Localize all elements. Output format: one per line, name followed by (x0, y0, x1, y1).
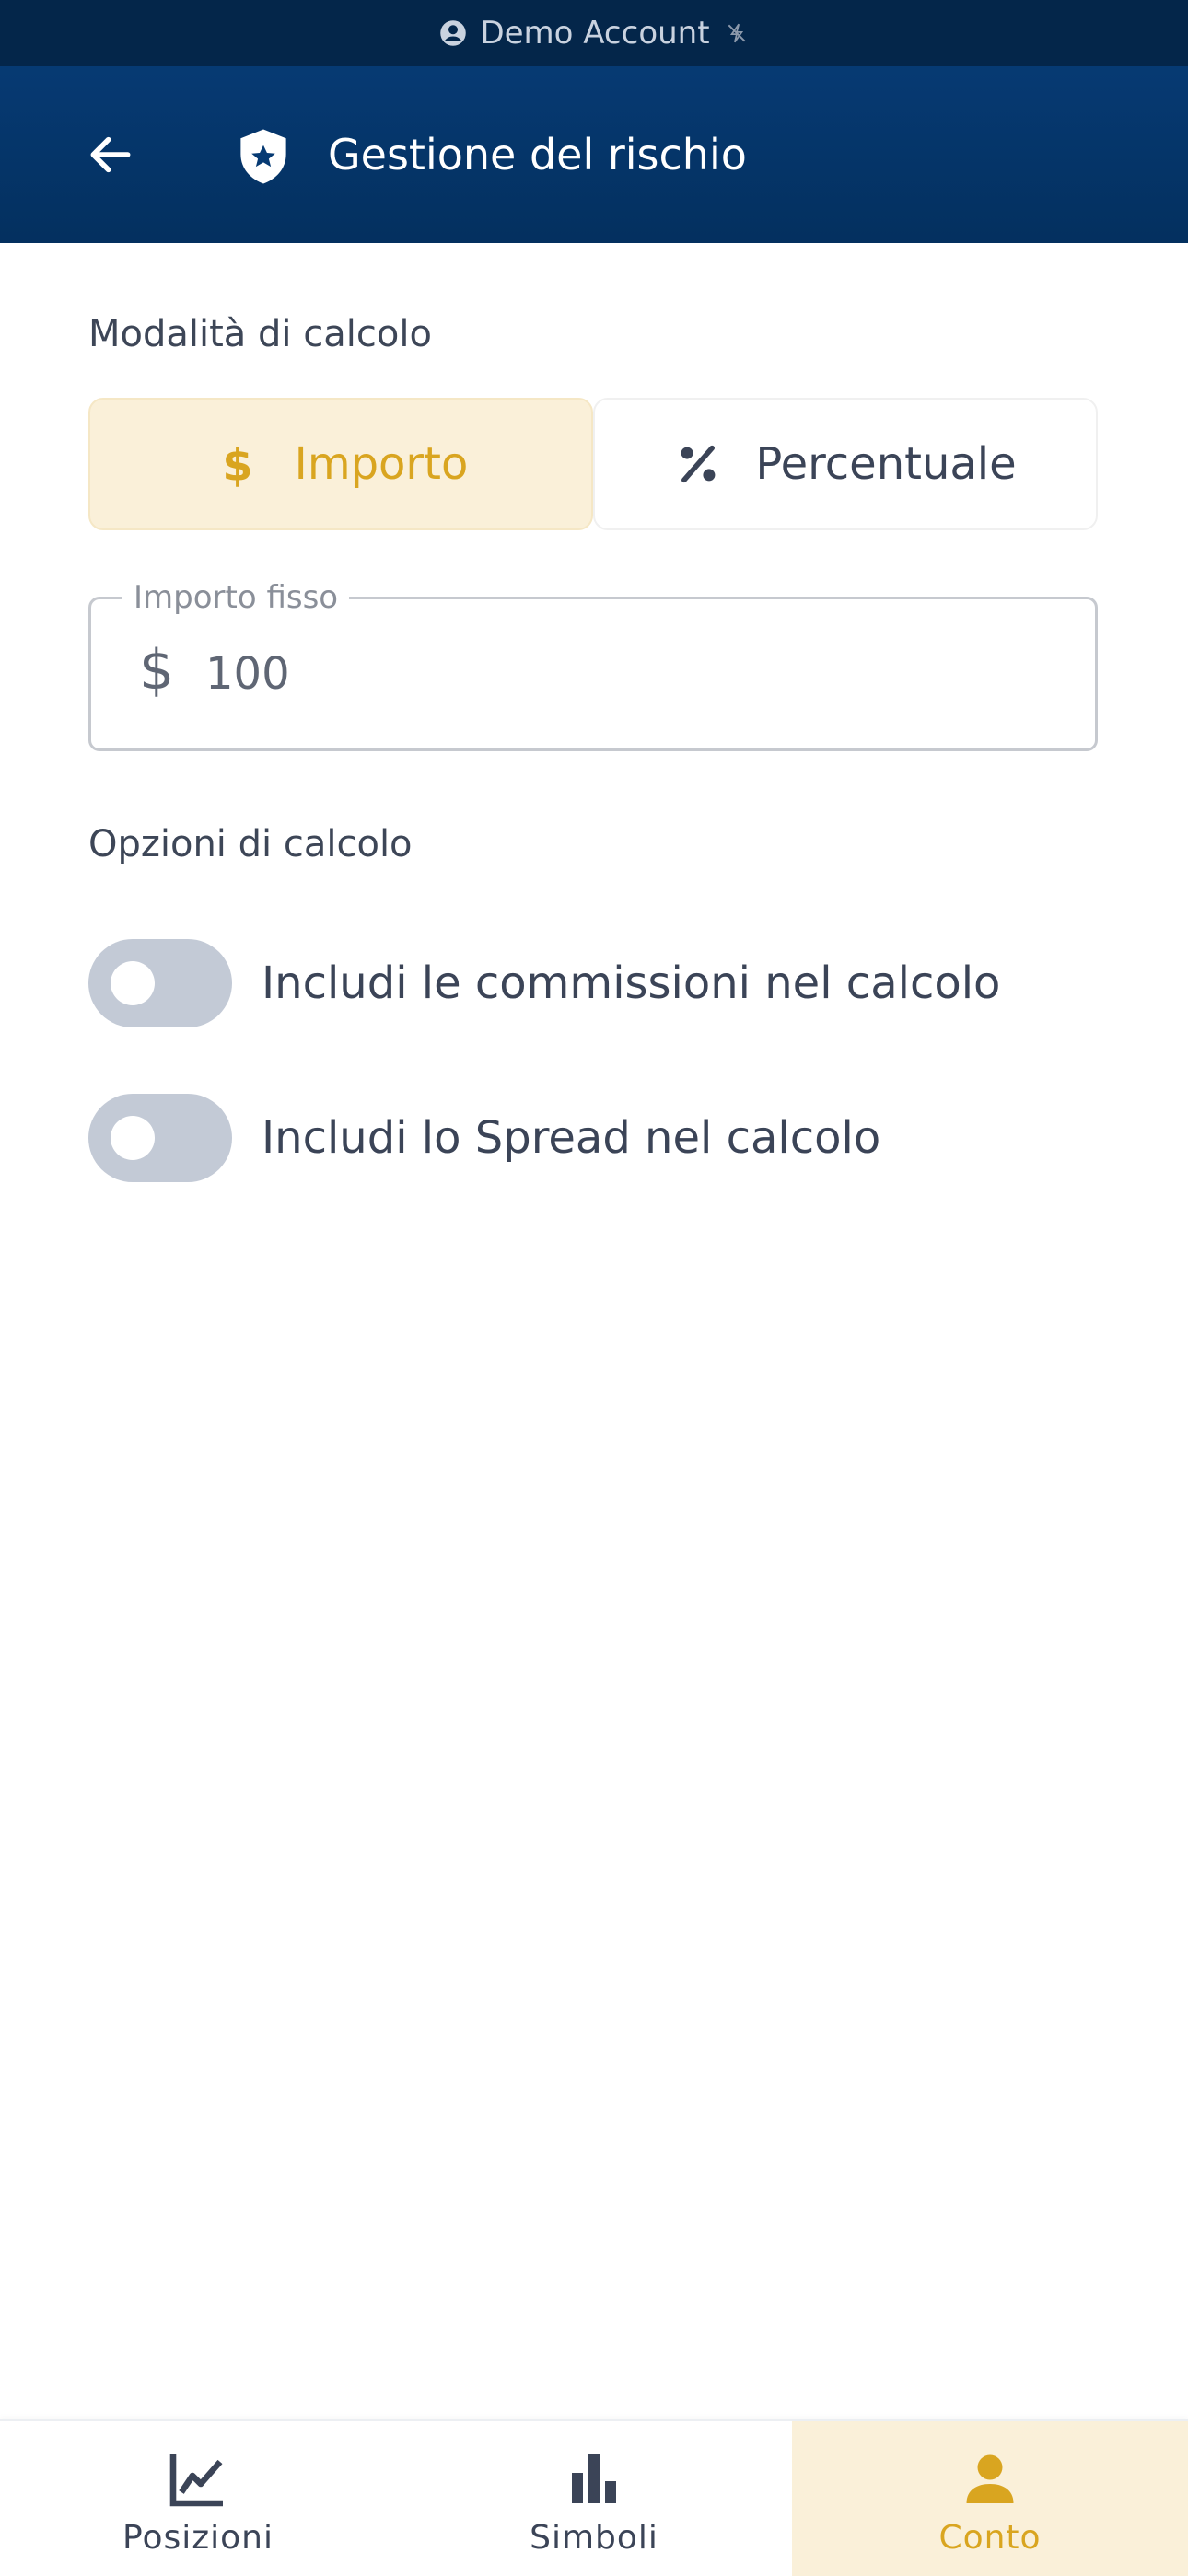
calc-mode-segmented-control: $ Importo Percentuale (88, 398, 1098, 530)
nav-account-label: Conto (938, 2519, 1042, 2557)
mode-percent-label: Percentuale (755, 438, 1017, 490)
nav-item-account[interactable]: Conto (792, 2421, 1188, 2576)
fixed-amount-input[interactable] (204, 636, 1036, 712)
commissions-toggle[interactable] (88, 939, 232, 1027)
nav-symbols-label: Simboli (530, 2519, 658, 2557)
bottom-navigation: Posizioni Simboli Conto (0, 2419, 1188, 2576)
bar-chart-icon (572, 2454, 616, 2503)
calc-options-label: Opzioni di calcolo (88, 823, 413, 865)
calc-mode-label: Modalità di calcolo (88, 313, 432, 355)
spread-toggle-label: Includi lo Spread nel calcolo (262, 1112, 881, 1164)
toggle-row-commissions: Includi le commissioni nel calcolo (88, 939, 1000, 1027)
toggle-knob (111, 961, 155, 1005)
nav-positions-label: Posizioni (122, 2519, 274, 2557)
page-title: Gestione del rischio (328, 130, 747, 180)
spread-toggle[interactable] (88, 1094, 232, 1182)
percent-icon (681, 445, 716, 483)
toggle-row-spread: Includi lo Spread nel calcolo (88, 1094, 880, 1182)
mode-amount-label: Importo (294, 438, 469, 490)
fixed-amount-field[interactable]: Importo fisso $ (88, 579, 1098, 751)
back-arrow-icon[interactable] (85, 129, 136, 180)
toggle-knob (111, 1116, 155, 1160)
chart-line-icon (169, 2454, 223, 2507)
account-circle-icon (440, 20, 467, 46)
mode-amount-button[interactable]: $ Importo (88, 398, 593, 530)
nav-item-symbols[interactable]: Simboli (396, 2421, 792, 2576)
commissions-toggle-label: Includi le commissioni nel calcolo (262, 957, 1001, 1009)
person-icon (966, 2454, 1014, 2503)
status-bar: Demo Account (0, 0, 1188, 66)
shield-star-icon (240, 129, 286, 184)
app-bar: Gestione del rischio (0, 66, 1188, 243)
dollar-icon: $ (222, 440, 252, 488)
mode-percent-button[interactable]: Percentuale (593, 398, 1098, 530)
account-label: Demo Account (480, 15, 710, 52)
currency-symbol: $ (139, 638, 175, 702)
svg-text:$: $ (222, 440, 252, 488)
sync-off-icon (728, 23, 745, 43)
nav-item-positions[interactable]: Posizioni (0, 2421, 396, 2576)
fixed-amount-label: Importo fisso (122, 579, 350, 616)
